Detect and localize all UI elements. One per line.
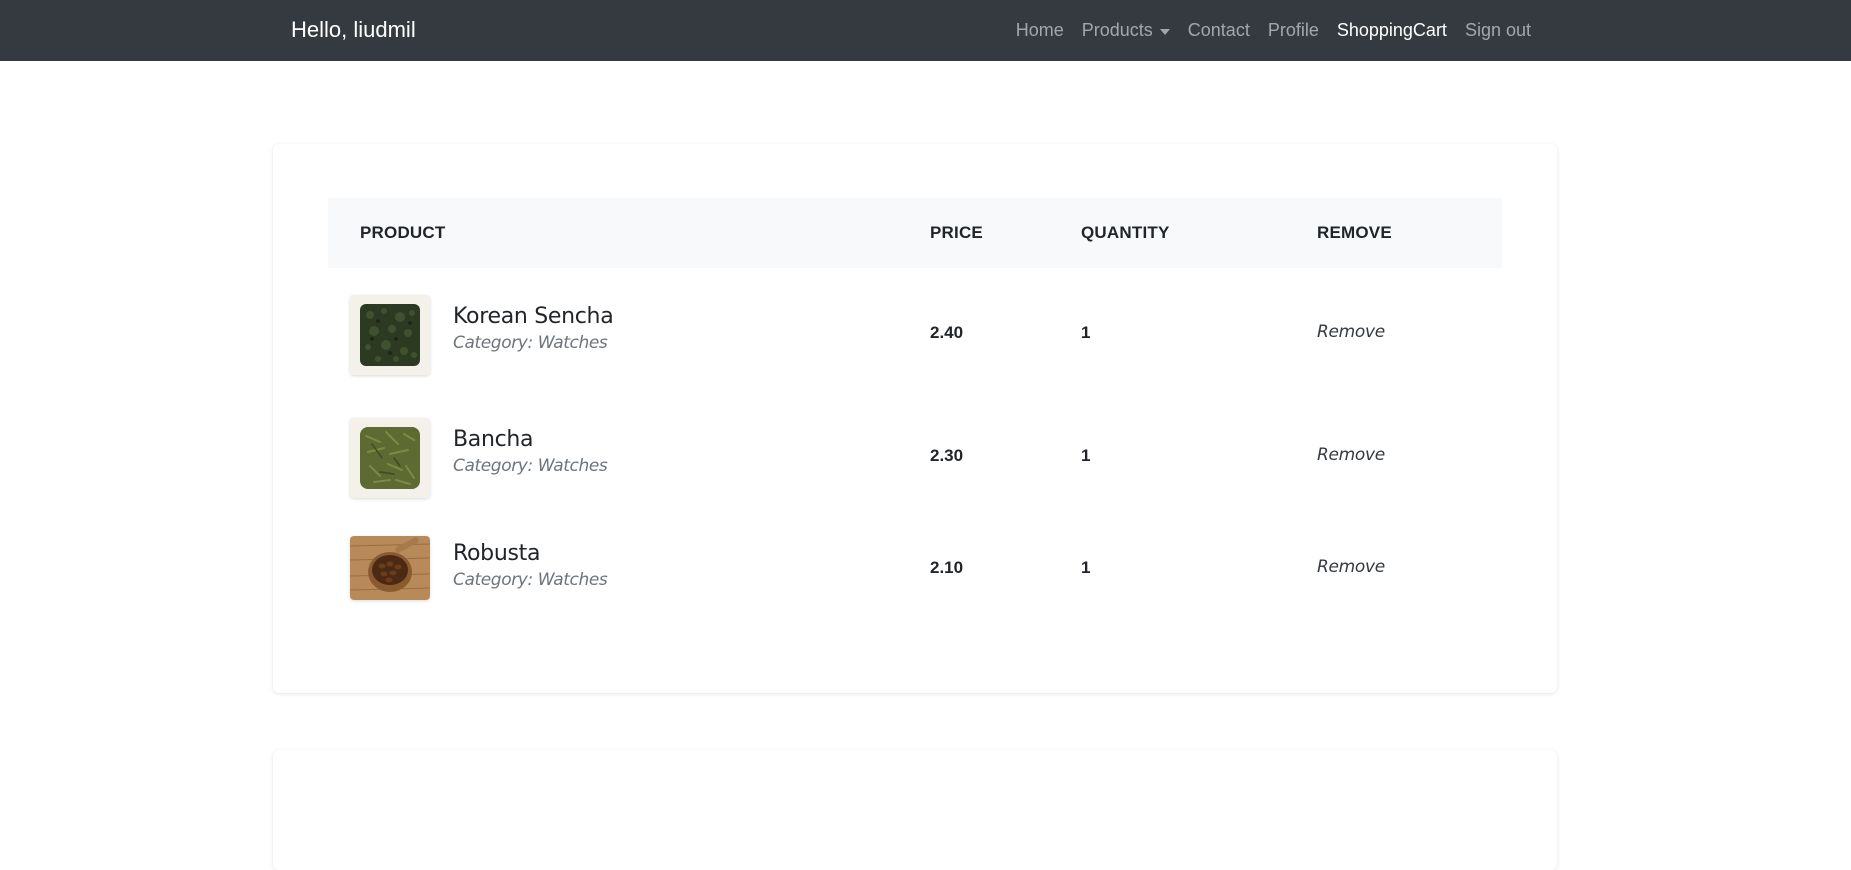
nav-link-profile[interactable]: Profile: [1268, 20, 1319, 41]
nav-link-shopping-cart[interactable]: ShoppingCart: [1337, 20, 1447, 41]
product-price: 2.30: [930, 446, 964, 465]
product-price: 2.40: [930, 323, 964, 342]
cart-row: Robusta Category: Watches 2.10 1 Remove: [328, 532, 1502, 632]
product-quantity: 1: [1081, 323, 1091, 342]
remove-link[interactable]: Remove: [1317, 557, 1385, 577]
cart-card: PRODUCT PRICE QUANTITY REMOVE Korean Sen…: [273, 144, 1557, 693]
remove-link[interactable]: Remove: [1317, 445, 1385, 465]
column-header-price: PRICE: [930, 223, 983, 242]
product-thumbnail-robusta[interactable]: [350, 536, 430, 600]
nav-link-sign-out[interactable]: Sign out: [1465, 20, 1531, 41]
product-thumbnail-bancha[interactable]: [350, 418, 430, 498]
product-category: Category: Watches: [453, 570, 608, 590]
nav-link-home[interactable]: Home: [1016, 20, 1064, 41]
tea-leaves-image: [350, 418, 430, 498]
column-header-quantity: QUANTITY: [1081, 223, 1170, 242]
nav-menu: Home Products Contact Profile ShoppingCa…: [1016, 0, 1531, 61]
product-name[interactable]: Robusta: [453, 541, 540, 566]
column-header-product: PRODUCT: [360, 223, 446, 242]
coffee-beans-image: [350, 536, 430, 600]
product-quantity: 1: [1081, 558, 1091, 577]
product-thumbnail-korean-sencha[interactable]: [350, 295, 430, 375]
nav-link-products[interactable]: Products: [1082, 20, 1170, 41]
column-header-remove: REMOVE: [1317, 223, 1392, 242]
cart-row: Bancha Category: Watches 2.30 1 Remove: [328, 408, 1502, 508]
product-category: Category: Watches: [453, 333, 608, 353]
order-summary-card: [273, 750, 1557, 870]
navbar-brand[interactable]: Hello, liudmil: [291, 17, 416, 43]
product-quantity: 1: [1081, 446, 1091, 465]
tea-leaves-image: [350, 295, 430, 375]
top-navbar: Hello, liudmil Home Products Contact Pro…: [0, 0, 1851, 61]
product-name[interactable]: Bancha: [453, 427, 534, 452]
cart-row: Korean Sencha Category: Watches 2.40 1 R…: [328, 285, 1502, 385]
cart-table-header: PRODUCT PRICE QUANTITY REMOVE: [328, 198, 1502, 268]
product-name[interactable]: Korean Sencha: [453, 304, 614, 329]
nav-link-contact[interactable]: Contact: [1188, 20, 1250, 41]
remove-link[interactable]: Remove: [1317, 322, 1385, 342]
product-category: Category: Watches: [453, 456, 608, 476]
product-price: 2.10: [930, 558, 964, 577]
caret-down-icon: [1159, 28, 1170, 35]
nav-link-products-label: Products: [1081, 20, 1153, 40]
